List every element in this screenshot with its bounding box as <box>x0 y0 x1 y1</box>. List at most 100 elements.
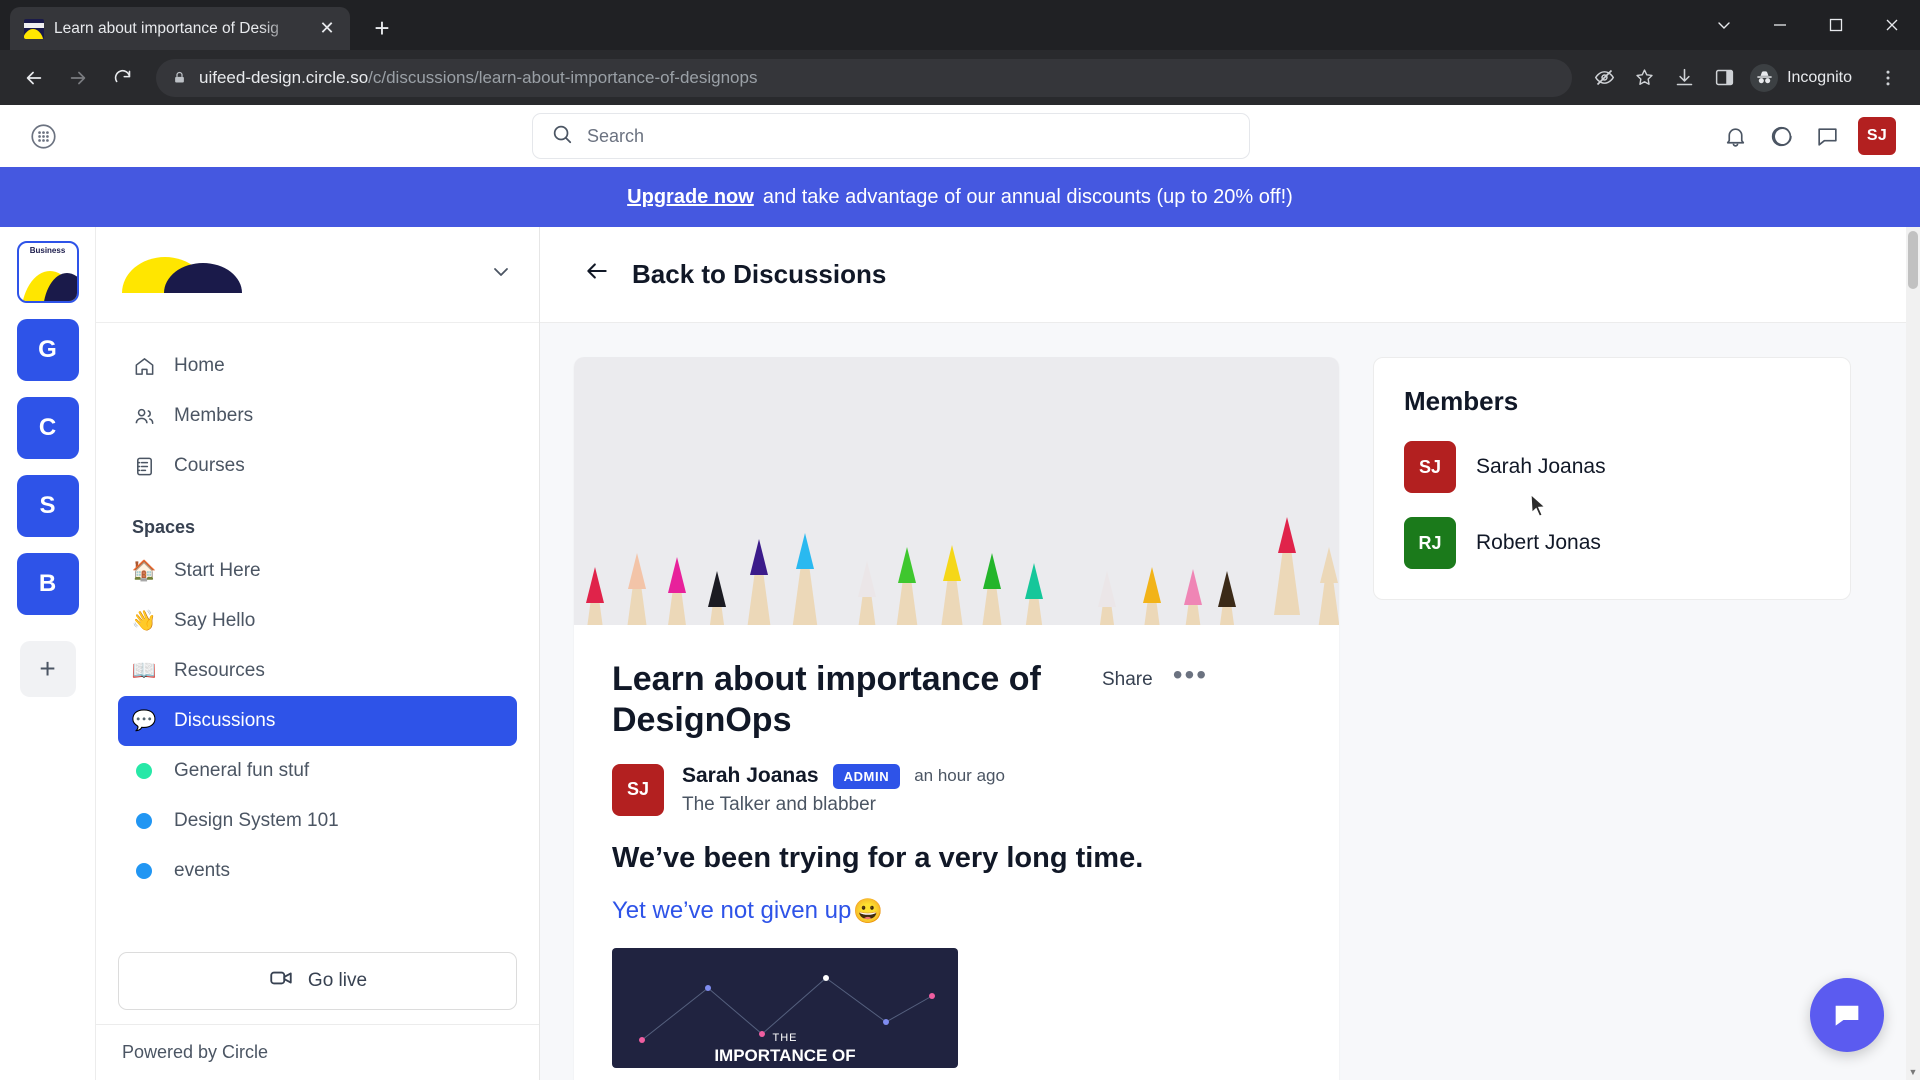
spaces-section-label: Spaces <box>132 517 196 537</box>
sidebar-item-label: Home <box>174 355 225 376</box>
sidebar: Home Members Courses Spaces 🏠 Start Here… <box>96 227 540 1080</box>
search-input[interactable]: Search <box>532 113 1250 159</box>
post-body: Learn about importance of DesignOps Shar… <box>574 625 1339 1080</box>
sidebar-item-members[interactable]: Members <box>118 391 517 441</box>
header-actions: SJ <box>1720 117 1896 155</box>
rail-item-s[interactable]: S <box>16 475 79 537</box>
back-label: Back to Discussions <box>632 259 887 289</box>
community-switcher[interactable] <box>96 227 539 323</box>
user-avatar[interactable]: SJ <box>1858 117 1896 155</box>
sidebar-item-say-hello[interactable]: 👋 Say Hello <box>118 596 517 646</box>
search-placeholder: Search <box>587 125 645 146</box>
new-tab-button[interactable]: + <box>364 10 400 46</box>
bell-icon[interactable] <box>1720 121 1750 151</box>
post-author: SJ Sarah Joanas ADMIN an hour ago The Ta… <box>612 763 1301 816</box>
sidebar-item-label: events <box>174 860 230 881</box>
chat-icon[interactable] <box>1766 121 1796 151</box>
sidebar-item-label: Design System 101 <box>174 810 339 831</box>
sidebar-item-events[interactable]: events <box>118 846 517 896</box>
rail-item-b[interactable]: B <box>16 553 79 615</box>
members-column: Members SJ Sarah Joanas RJ Robert Jonas <box>1373 357 1876 1080</box>
sidebar-item-design-system-101[interactable]: Design System 101 <box>118 796 517 846</box>
sidebar-item-resources[interactable]: 📖 Resources <box>118 646 517 696</box>
page-title: Learn about importance of DesignOps <box>612 660 1041 740</box>
messages-icon[interactable] <box>1812 121 1842 151</box>
community-rail: Business G C S B + <box>0 227 96 1080</box>
sidebar-item-general-fun-stuf[interactable]: General fun stuf <box>118 746 517 796</box>
house-emoji-icon: 🏠 <box>131 560 157 582</box>
sidebar-item-home[interactable]: Home <box>118 341 517 391</box>
go-live-button[interactable]: Go live <box>118 952 517 1010</box>
powered-by-circle: Powered by Circle <box>96 1024 539 1080</box>
sidebar-footer: Go live Powered by Circle <box>96 952 539 1080</box>
app-header: Search SJ <box>0 105 1920 167</box>
sidebar-item-start-here[interactable]: 🏠 Start Here <box>118 546 517 596</box>
browser-toolbar: uifeed-design.circle.so/c/discussions/le… <box>0 50 1920 105</box>
forward-button[interactable] <box>58 58 98 98</box>
people-icon <box>132 405 156 428</box>
upgrade-now-link[interactable]: Upgrade now <box>627 186 754 209</box>
go-live-label: Go live <box>307 970 368 991</box>
download-icon[interactable] <box>1666 60 1702 96</box>
post-link-text: Yet we’ve not given up <box>612 897 852 925</box>
minimize-window-icon[interactable] <box>1752 0 1808 50</box>
page-scrollbar[interactable]: ▲ ▼ <box>1906 227 1920 1080</box>
bookmark-star-icon[interactable] <box>1626 60 1662 96</box>
maximize-window-icon[interactable] <box>1808 0 1864 50</box>
avatar[interactable]: SJ <box>612 763 664 816</box>
scroll-down-arrow-icon[interactable]: ▼ <box>1906 1064 1920 1080</box>
avatar: RJ <box>1404 517 1456 569</box>
sidebar-nav: Home Members Courses Spaces 🏠 Start Here… <box>96 323 539 952</box>
kebab-menu-icon[interactable] <box>1870 60 1906 96</box>
browser-tab[interactable]: Learn about importance of Desig ✕ <box>10 7 350 50</box>
back-button[interactable] <box>14 58 54 98</box>
list-item[interactable]: RJ Robert Jonas <box>1404 517 1820 569</box>
speech-balloon-emoji-icon: 💬 <box>131 710 157 732</box>
minimize-all-icon[interactable] <box>1696 0 1752 50</box>
wave-emoji-icon: 👋 <box>131 610 157 632</box>
sidebar-item-label: General fun stuf <box>174 760 310 781</box>
rail-community-logo[interactable]: Business <box>16 241 79 303</box>
post-more-options-icon[interactable]: ••• <box>1173 659 1208 689</box>
list-item[interactable]: SJ Sarah Joanas <box>1404 441 1820 493</box>
profile-incognito-button[interactable]: Incognito <box>1746 60 1866 96</box>
add-community-button[interactable]: + <box>19 641 76 697</box>
author-name[interactable]: Sarah Joanas <box>682 764 819 788</box>
reload-button[interactable] <box>102 58 142 98</box>
chevron-down-icon[interactable] <box>489 260 513 289</box>
embedded-image-caption-small: THE <box>772 1031 798 1044</box>
chat-widget-button[interactable] <box>1810 978 1884 1052</box>
upgrade-banner: Upgrade now and take advantage of our an… <box>0 167 1920 227</box>
sidebar-item-courses[interactable]: Courses <box>118 441 517 491</box>
eye-off-icon[interactable] <box>1586 60 1622 96</box>
close-window-icon[interactable] <box>1864 0 1920 50</box>
author-line: Sarah Joanas ADMIN an hour ago <box>682 763 1005 789</box>
url-domain: uifeed-design.circle.so <box>199 67 369 87</box>
book-emoji-icon: 📖 <box>131 660 157 682</box>
post-inline-link[interactable]: Yet we’ve not given up 😀 <box>612 897 1301 926</box>
profile-label: Incognito <box>1787 68 1852 86</box>
video-camera-icon <box>268 965 294 997</box>
address-bar[interactable]: uifeed-design.circle.so/c/discussions/le… <box>156 58 1573 97</box>
sidebar-item-label: Resources <box>174 660 265 681</box>
member-name: Sarah Joanas <box>1476 455 1606 478</box>
sidebar-item-label: Say Hello <box>174 610 256 631</box>
scrollbar-thumb[interactable] <box>1908 231 1918 289</box>
sidebar-item-label: Discussions <box>174 710 276 731</box>
tab-strip: Learn about importance of Desig ✕ + <box>0 0 1920 50</box>
blue-dot-icon <box>132 813 156 829</box>
share-button[interactable]: Share <box>1102 659 1153 691</box>
grid-apps-icon[interactable] <box>24 117 62 155</box>
sidebar-item-discussions[interactable]: 💬 Discussions <box>118 696 517 746</box>
main-content: Back to Discussions Learn about importan… <box>540 227 1920 1080</box>
members-panel: Members SJ Sarah Joanas RJ Robert Jonas <box>1373 357 1851 600</box>
green-dot-icon <box>132 763 156 779</box>
book-list-icon <box>132 455 156 478</box>
back-to-discussions-link[interactable]: Back to Discussions <box>584 258 886 291</box>
side-panel-icon[interactable] <box>1706 60 1742 96</box>
sidebar-item-label: Courses <box>174 455 245 476</box>
rail-item-g[interactable]: G <box>16 319 79 381</box>
close-tab-icon[interactable]: ✕ <box>314 16 340 42</box>
rail-item-c[interactable]: C <box>16 397 79 459</box>
url-path: /c/discussions/learn-about-importance-of… <box>368 67 758 87</box>
